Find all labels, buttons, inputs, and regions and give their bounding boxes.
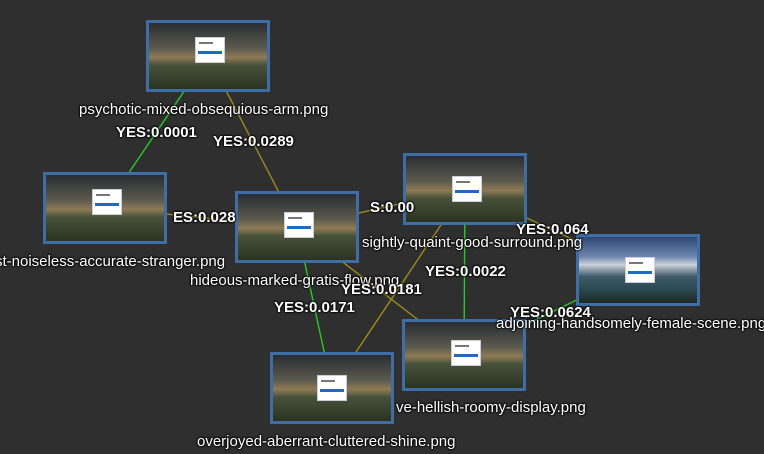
edge-weight-label: YES:0.0289	[213, 133, 294, 150]
screenshot-node-thumbnail[interactable]	[403, 153, 527, 225]
edge-weight-label: YES:0.0001	[116, 124, 197, 141]
edge-weight-label: ES:0.028	[173, 209, 236, 226]
edge-weight-label: YES:0.0624	[510, 304, 591, 321]
node-filename-label: st-noiseless-accurate-stranger.png	[0, 253, 226, 270]
node-filename-label: ve-hellish-roomy-display.png	[396, 399, 586, 416]
dialog-preview	[317, 375, 347, 401]
screenshot-node-thumbnail[interactable]	[146, 20, 270, 92]
screenshot-node-thumbnail[interactable]	[43, 172, 167, 244]
edge-weight-label: S:0.00	[370, 199, 415, 216]
node-filename-label: psychotic-mixed-obsequious-arm.png	[79, 101, 329, 118]
edge-weight-label: YES:0.0171	[274, 299, 355, 316]
dialog-preview	[284, 212, 314, 238]
screenshot-node-thumbnail[interactable]	[235, 191, 359, 263]
dialog-preview	[451, 340, 481, 366]
edge-weight-label: YES:0.064	[516, 221, 589, 238]
node-filename-label: overjoyed-aberrant-cluttered-shine.png	[197, 433, 456, 450]
edge-weight-label: YES:0.0022	[425, 263, 506, 280]
dialog-preview	[92, 189, 122, 215]
dialog-preview	[195, 37, 225, 63]
dialog-preview	[625, 257, 655, 283]
screenshot-node-thumbnail[interactable]	[270, 352, 394, 424]
edge-weight-label: YES:0.0181	[341, 281, 422, 298]
screenshot-node-thumbnail[interactable]	[576, 234, 700, 306]
dialog-preview	[452, 176, 482, 202]
